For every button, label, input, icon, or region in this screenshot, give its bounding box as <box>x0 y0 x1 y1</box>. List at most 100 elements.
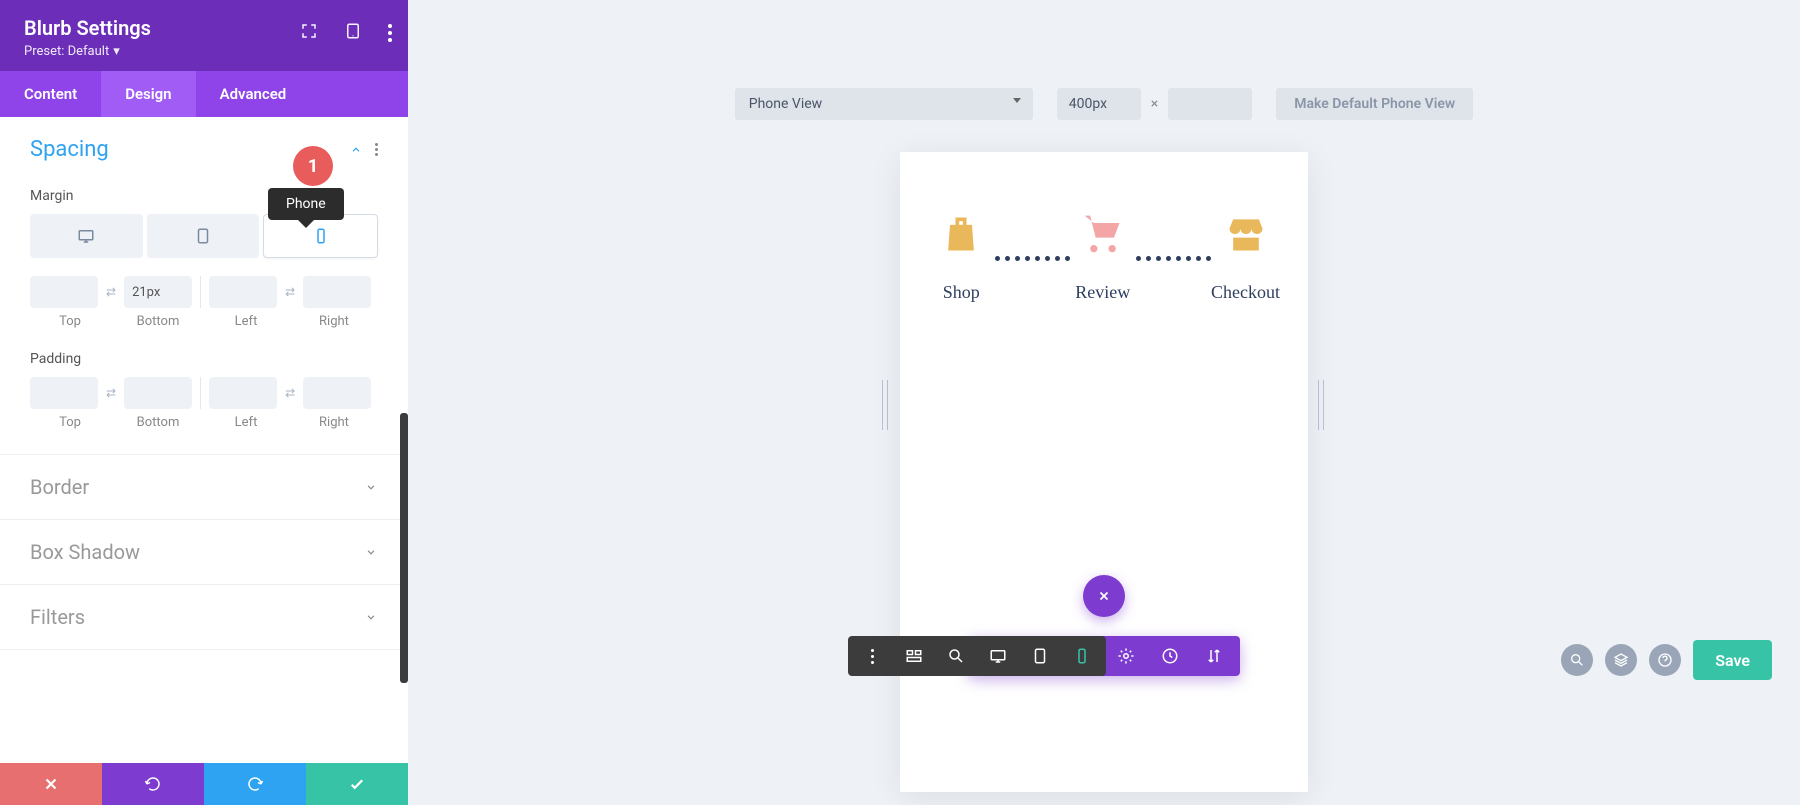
device-desktop-button[interactable] <box>30 214 143 258</box>
section-more-icon[interactable] <box>375 143 378 156</box>
link-icon[interactable]: ⇄ <box>283 386 297 400</box>
sort-button[interactable] <box>1204 646 1224 666</box>
section-header-border[interactable]: Border <box>0 455 408 519</box>
step-label: Checkout <box>1211 282 1280 303</box>
undo-button[interactable] <box>102 763 204 805</box>
sidebar-footer <box>0 763 408 805</box>
margin-right-input[interactable] <box>303 276 371 308</box>
wireframe-icon[interactable] <box>904 646 924 666</box>
tab-content[interactable]: Content <box>0 71 101 117</box>
confirm-button[interactable] <box>306 763 408 805</box>
store-icon <box>1224 212 1268 256</box>
padding-top-input[interactable] <box>30 377 98 409</box>
zoom-icon[interactable] <box>946 646 966 666</box>
settings-button[interactable] <box>1116 646 1136 666</box>
desktop-view-icon[interactable] <box>988 646 1008 666</box>
steps-row: Shop Review Checkout <box>928 212 1280 303</box>
section-header-filters[interactable]: Filters <box>0 585 408 649</box>
preset-label: Preset: Default <box>24 44 109 59</box>
spacing-body: Margin ⇄ <box>0 188 408 454</box>
label-top: Top <box>26 314 114 329</box>
label-left: Left <box>202 314 290 329</box>
device-tablet-button[interactable] <box>147 214 260 258</box>
shopping-bag-icon <box>939 212 983 256</box>
margin-bottom-input[interactable] <box>124 276 192 308</box>
chevron-down-icon <box>364 610 378 624</box>
cancel-button[interactable] <box>0 763 102 805</box>
make-default-button[interactable]: Make Default Phone View <box>1276 88 1473 120</box>
section-title-border: Border <box>30 475 89 499</box>
search-button[interactable] <box>1561 644 1593 676</box>
global-actions: Save <box>1561 640 1772 680</box>
device-phone-button[interactable] <box>263 214 378 258</box>
panel-body: Spacing 1 Phone Margin <box>0 117 408 763</box>
step-separator <box>995 256 1070 261</box>
responsive-device-row <box>30 214 378 258</box>
settings-sidebar: Blurb Settings Preset: Default ▾ Content… <box>0 0 408 805</box>
padding-bottom-input[interactable] <box>124 377 192 409</box>
label-bottom: Bottom <box>114 314 202 329</box>
padding-right-input[interactable] <box>303 377 371 409</box>
history-button[interactable] <box>1160 646 1180 666</box>
redo-button[interactable] <box>204 763 306 805</box>
section-border: Border <box>0 455 408 520</box>
scrollbar[interactable] <box>400 413 408 683</box>
padding-left-input[interactable] <box>209 377 277 409</box>
phone-preview: Shop Review Checkout <box>900 152 1308 792</box>
chevron-up-icon <box>349 143 363 157</box>
header-icons <box>300 22 392 44</box>
link-icon[interactable]: ⇄ <box>104 386 118 400</box>
cart-icon <box>1081 212 1125 256</box>
divider <box>200 276 201 308</box>
main-canvas: × Make Default Phone View Shop Review Ch… <box>408 0 1800 805</box>
margin-top-input[interactable] <box>30 276 98 308</box>
step-shop: Shop <box>928 212 995 303</box>
chevron-down-icon <box>364 480 378 494</box>
step-checkout: Checkout <box>1211 212 1280 303</box>
section-header-box-shadow[interactable]: Box Shadow <box>0 520 408 584</box>
view-select-wrap <box>735 88 1033 120</box>
dimension-separator: × <box>1151 96 1158 112</box>
resize-handle-right[interactable] <box>1318 380 1324 430</box>
label-bottom: Bottom <box>114 415 202 430</box>
save-button[interactable]: Save <box>1693 640 1772 680</box>
section-title-box-shadow: Box Shadow <box>30 540 140 564</box>
close-fab[interactable] <box>1083 575 1125 617</box>
step-review: Review <box>1070 212 1137 303</box>
link-icon[interactable]: ⇄ <box>283 285 297 299</box>
label-left: Left <box>202 415 290 430</box>
preset-selector[interactable]: Preset: Default ▾ <box>24 44 120 59</box>
preview-topbar: × Make Default Phone View <box>408 88 1800 120</box>
section-filters: Filters <box>0 585 408 650</box>
label-top: Top <box>26 415 114 430</box>
section-title-filters: Filters <box>30 605 85 629</box>
device-tooltip: Phone <box>268 188 344 220</box>
expand-icon[interactable] <box>300 22 318 44</box>
toolbar-more-icon[interactable] <box>862 646 882 666</box>
margin-left-input[interactable] <box>209 276 277 308</box>
phone-view-icon[interactable] <box>1072 646 1092 666</box>
section-box-shadow: Box Shadow <box>0 520 408 585</box>
chevron-down-icon <box>364 545 378 559</box>
layers-button[interactable] <box>1605 644 1637 676</box>
dimension-group: × <box>1057 88 1252 120</box>
width-input[interactable] <box>1057 88 1141 120</box>
tab-design[interactable]: Design <box>101 71 195 117</box>
section-spacing: Spacing 1 Phone Margin <box>0 117 408 455</box>
height-input[interactable] <box>1168 88 1252 120</box>
view-toolbar <box>848 636 1106 676</box>
more-icon[interactable] <box>388 24 392 42</box>
tablet-view-icon[interactable] <box>1030 646 1050 666</box>
tab-advanced[interactable]: Advanced <box>196 71 311 117</box>
margin-inputs: ⇄ ⇄ <box>30 276 378 308</box>
step-label: Review <box>1075 282 1130 303</box>
padding-labels: Top Bottom Left Right <box>30 415 378 430</box>
help-button[interactable] <box>1649 644 1681 676</box>
view-select[interactable] <box>735 88 1033 120</box>
tablet-icon[interactable] <box>344 22 362 44</box>
section-header-spacing[interactable]: Spacing 1 Phone <box>0 117 408 182</box>
label-right: Right <box>290 314 378 329</box>
link-icon[interactable]: ⇄ <box>104 285 118 299</box>
resize-handle-left[interactable] <box>882 380 888 430</box>
step-label: Shop <box>943 282 980 303</box>
